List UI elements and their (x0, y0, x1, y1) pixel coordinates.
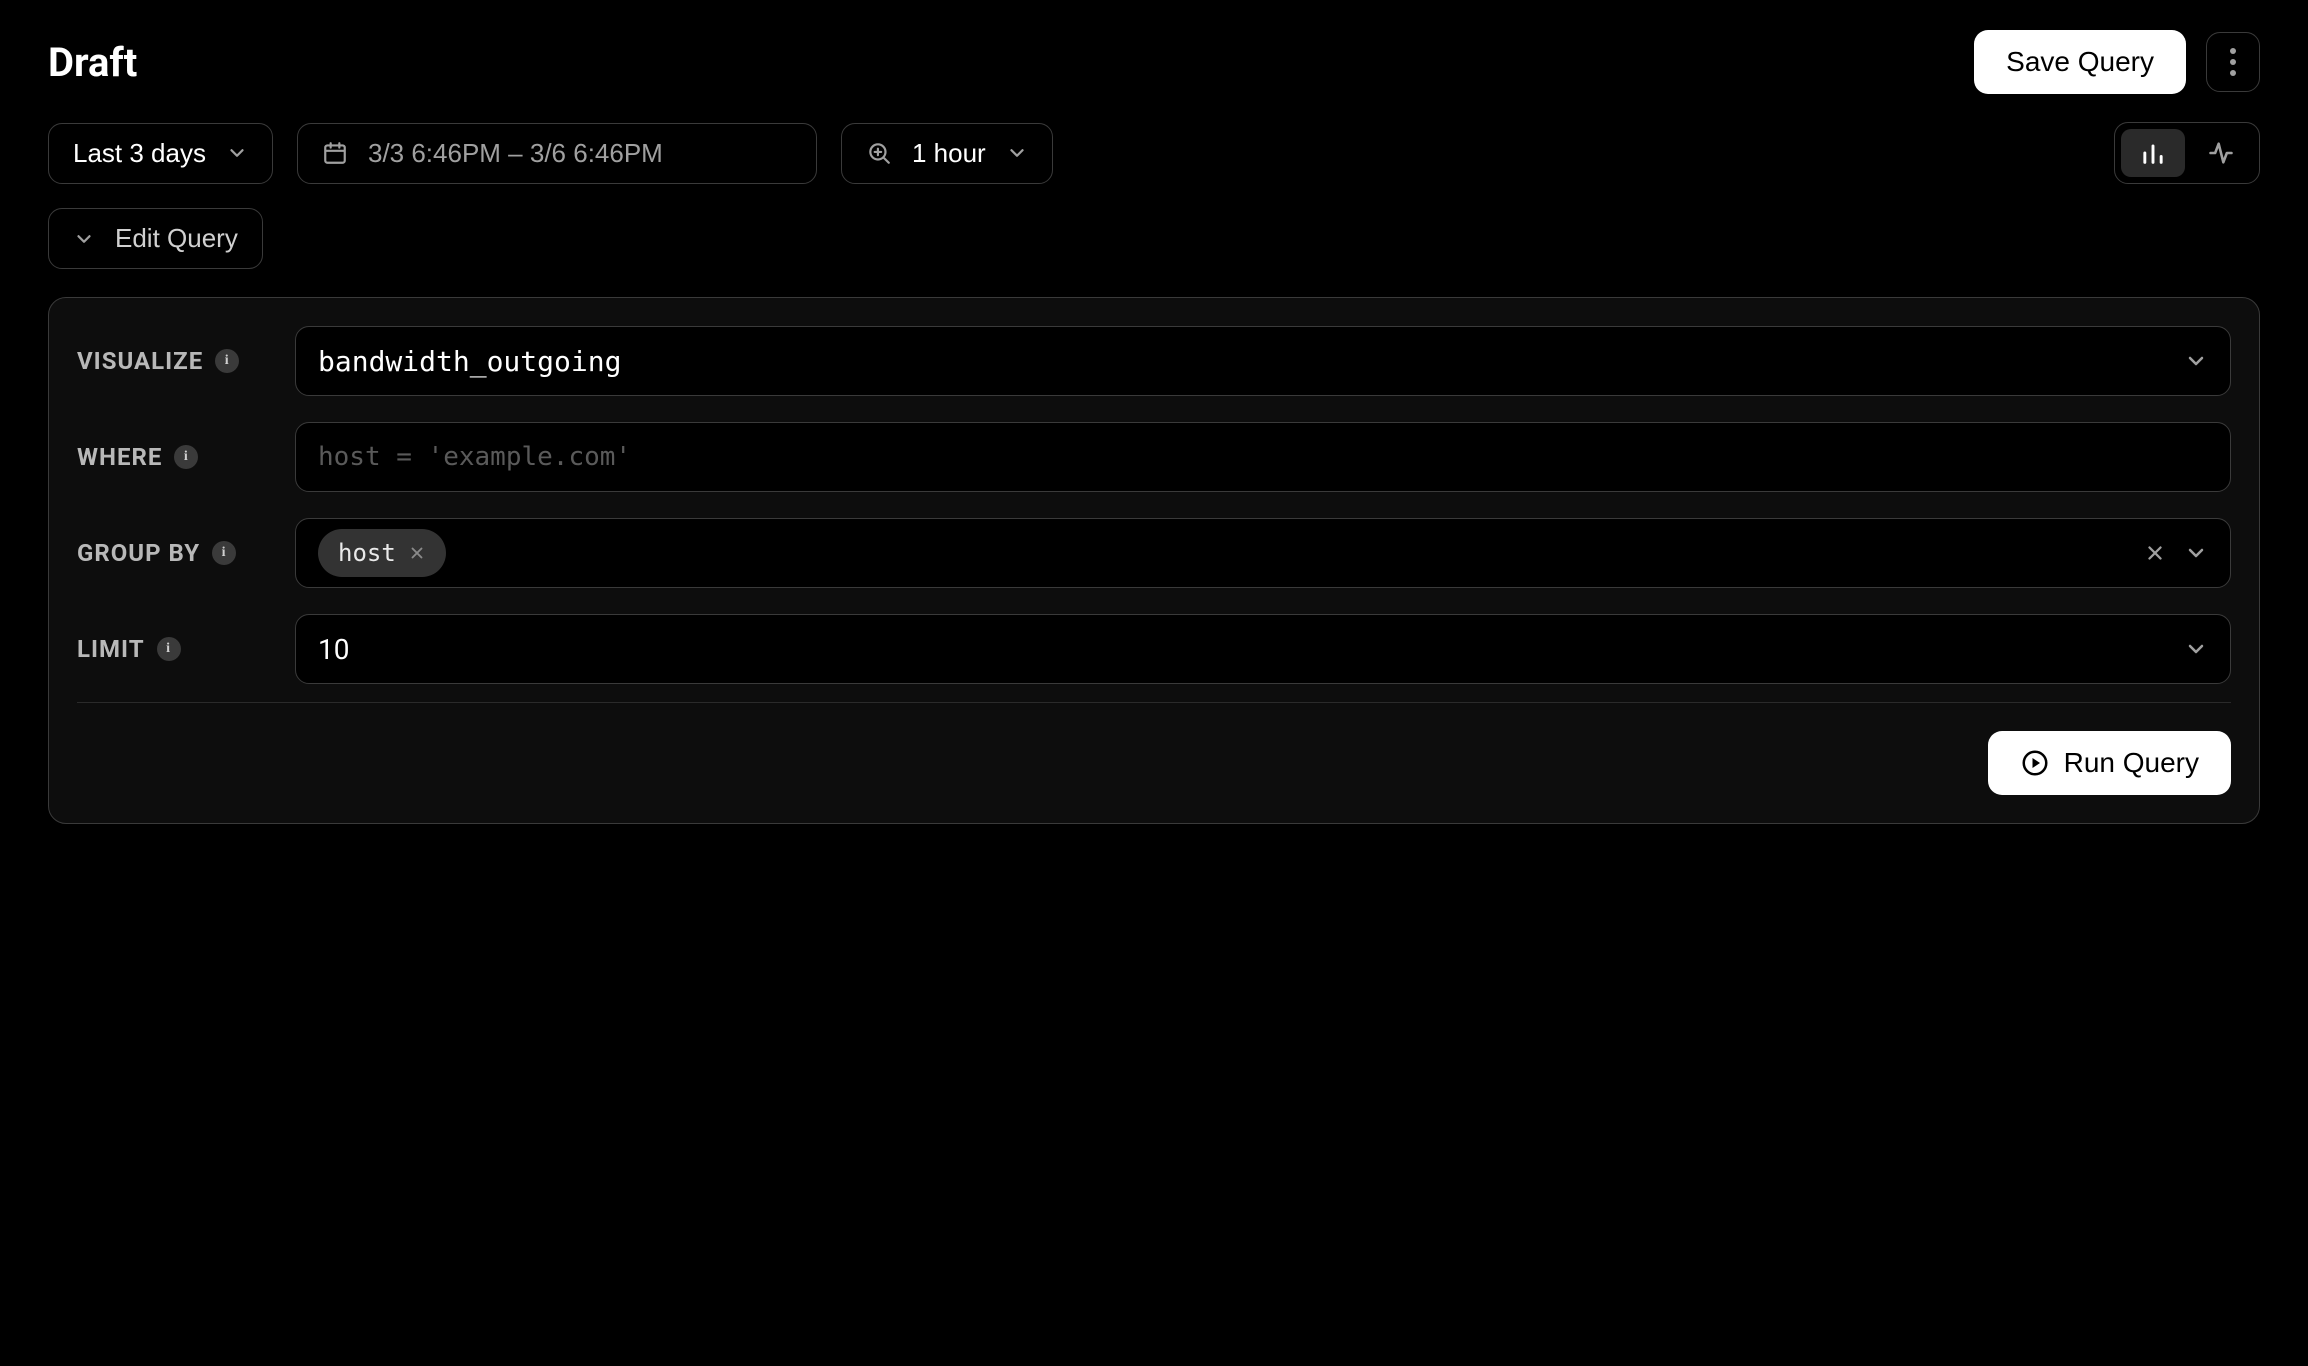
clear-group-by-button[interactable] (2144, 542, 2166, 564)
group-by-row: GROUP BY i host (77, 518, 2231, 588)
visualize-value: bandwidth_outgoing (318, 345, 621, 378)
group-by-tag-label: host (338, 539, 396, 567)
interval-select[interactable]: 1 hour (841, 123, 1053, 184)
visualize-row: VISUALIZE i bandwidth_outgoing (77, 326, 2231, 396)
view-mode-toggle (2114, 122, 2260, 184)
view-mode-raw[interactable] (2189, 129, 2253, 177)
time-preset-value: Last 3 days (73, 138, 206, 169)
header-actions: Save Query (1974, 30, 2260, 94)
group-by-tag: host (318, 529, 446, 577)
more-options-button[interactable] (2206, 32, 2260, 92)
edit-query-toggle[interactable]: Edit Query (48, 208, 263, 269)
chevron-down-icon (2184, 541, 2208, 565)
run-query-button[interactable]: Run Query (1988, 731, 2231, 795)
interval-value: 1 hour (912, 138, 986, 169)
where-label: WHERE (77, 443, 162, 471)
info-icon[interactable]: i (157, 637, 181, 661)
remove-tag-button[interactable] (408, 544, 426, 562)
group-by-label-group: GROUP BY i (77, 539, 267, 567)
time-preset-select[interactable]: Last 3 days (48, 123, 273, 184)
info-icon[interactable]: i (212, 541, 236, 565)
chevron-down-icon (73, 228, 95, 250)
visualize-select[interactable]: bandwidth_outgoing (295, 326, 2231, 396)
panel-footer: Run Query (77, 731, 2231, 795)
activity-icon (2207, 139, 2235, 167)
visualize-label-group: VISUALIZE i (77, 347, 267, 375)
visualize-label: VISUALIZE (77, 347, 203, 375)
info-icon[interactable]: i (215, 349, 239, 373)
where-input[interactable] (318, 442, 2208, 472)
where-row: WHERE i (77, 422, 2231, 492)
more-vertical-icon (2229, 47, 2237, 77)
page-header: Draft Save Query (48, 30, 2260, 94)
chevron-down-icon (1006, 142, 1028, 164)
play-circle-icon (2020, 748, 2050, 778)
info-icon[interactable]: i (174, 445, 198, 469)
zoom-in-icon (866, 140, 892, 166)
chevron-down-icon (2184, 349, 2208, 373)
limit-select[interactable]: 10 (295, 614, 2231, 684)
run-query-label: Run Query (2064, 747, 2199, 779)
chevron-down-icon (2184, 637, 2208, 661)
where-input-wrap (295, 422, 2231, 492)
calendar-icon (322, 140, 348, 166)
where-label-group: WHERE i (77, 443, 267, 471)
save-query-button[interactable]: Save Query (1974, 30, 2186, 94)
controls-row: Last 3 days 3/3 6:46PM – 3/6 6:46PM 1 ho… (48, 122, 2260, 184)
limit-row: LIMIT i 10 (77, 614, 2231, 684)
limit-label-group: LIMIT i (77, 635, 267, 663)
panel-divider (77, 702, 2231, 703)
save-query-label: Save Query (2006, 46, 2154, 78)
view-mode-chart[interactable] (2121, 129, 2185, 177)
limit-label: LIMIT (77, 635, 145, 663)
date-range-picker[interactable]: 3/3 6:46PM – 3/6 6:46PM (297, 123, 817, 184)
group-by-label: GROUP BY (77, 539, 200, 567)
group-by-select[interactable]: host (295, 518, 2231, 588)
page-title: Draft (48, 39, 137, 86)
limit-value: 10 (318, 633, 349, 666)
bar-chart-icon (2139, 139, 2167, 167)
edit-query-label: Edit Query (115, 223, 238, 254)
edit-query-row: Edit Query (48, 208, 2260, 269)
date-range-value: 3/3 6:46PM – 3/6 6:46PM (368, 138, 663, 169)
query-panel: VISUALIZE i bandwidth_outgoing WHERE i G… (48, 297, 2260, 824)
chevron-down-icon (226, 142, 248, 164)
